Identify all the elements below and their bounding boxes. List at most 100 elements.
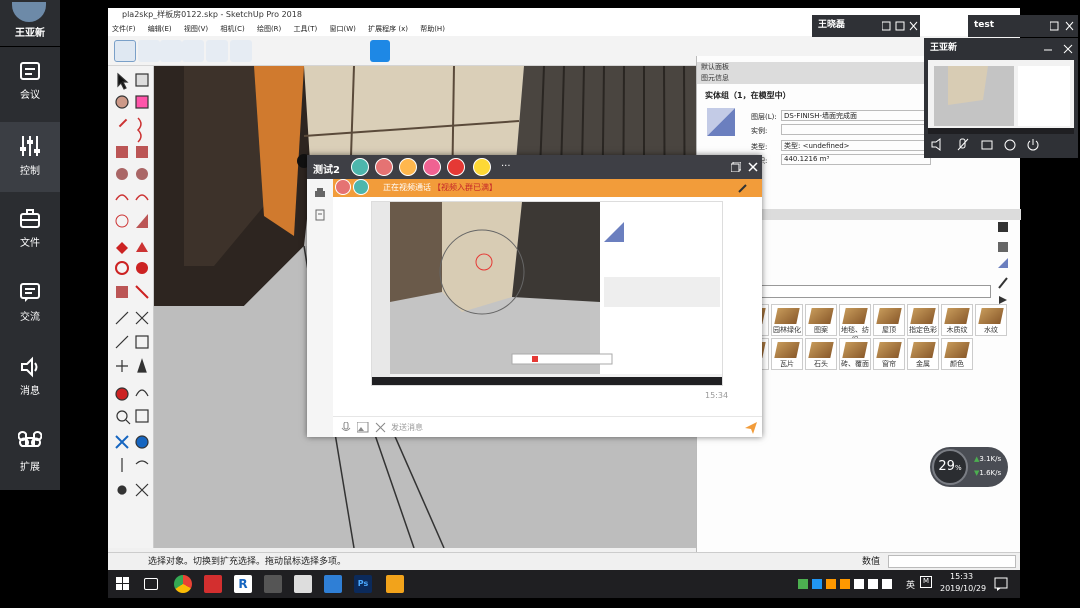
document-icon[interactable]	[314, 209, 326, 221]
menu-file[interactable]: 文件(F)	[112, 25, 136, 33]
measurements-input[interactable]	[888, 555, 1016, 568]
chrome-icon[interactable]	[174, 575, 192, 593]
chat-input-bar: 发送消息	[333, 416, 762, 437]
call-status: 正在视频通话	[383, 183, 431, 192]
material-swatch[interactable]: 窗帘	[873, 338, 905, 370]
panel-controls-icon[interactable]	[1050, 21, 1074, 31]
toolbar-button[interactable]	[138, 40, 160, 62]
sidebar-item-meeting[interactable]: 会议	[0, 48, 60, 118]
notification-icon[interactable]	[994, 577, 1008, 591]
chat-title: 测试2	[313, 165, 340, 176]
member-avatar[interactable]	[351, 158, 369, 176]
toolbar-button[interactable]	[370, 40, 390, 62]
image-icon[interactable]	[357, 422, 369, 433]
menu-help[interactable]: 帮助(H)	[420, 25, 445, 33]
windows-start-icon[interactable]	[116, 577, 130, 591]
instance-field[interactable]	[781, 124, 931, 135]
material-swatch[interactable]: 木质纹	[941, 304, 973, 336]
microphone-icon[interactable]	[341, 422, 351, 434]
menu-tools[interactable]: 工具(T)	[294, 25, 318, 33]
toolbar-button[interactable]	[182, 40, 204, 62]
material-swatch[interactable]: 金属	[907, 338, 939, 370]
input-language[interactable]: 英	[906, 578, 915, 591]
sidebar-item-chat[interactable]: 交流	[0, 270, 60, 340]
photoshop-icon[interactable]: Ps	[354, 575, 372, 593]
video-panel[interactable]: test	[968, 15, 1078, 37]
toolbar-button[interactable]	[114, 40, 136, 62]
menu-draw[interactable]: 绘图(R)	[257, 25, 281, 33]
member-avatar[interactable]	[375, 158, 393, 176]
more-members[interactable]: ···	[501, 161, 511, 172]
sidebar-item-control[interactable]: 控制	[0, 122, 60, 192]
panel-controls-icon[interactable]	[1044, 44, 1074, 54]
video-panel-self[interactable]: 王亚新	[924, 38, 1078, 158]
type-field[interactable]: 类型: <undefined>	[781, 140, 931, 151]
toolbar-button[interactable]	[230, 40, 252, 62]
material-swatch[interactable]: 指定色彩	[907, 304, 939, 336]
app-icon[interactable]	[386, 575, 404, 593]
material-swatch[interactable]: 屋顶	[873, 304, 905, 336]
member-avatar[interactable]	[399, 158, 417, 176]
revit-icon[interactable]: R	[234, 575, 252, 593]
tool-icons[interactable]	[108, 66, 154, 548]
material-swatch[interactable]: 园林绿化	[771, 304, 803, 336]
material-library-select[interactable]	[737, 285, 991, 298]
toolbar-button[interactable]	[160, 40, 182, 62]
chat-side-tools	[307, 179, 333, 437]
member-avatar[interactable]	[447, 158, 465, 176]
pen-icon[interactable]	[737, 182, 749, 194]
sidebar-item-files[interactable]: 文件	[0, 196, 60, 266]
layer-select[interactable]: DS-FINISH-墙面完成面	[781, 110, 931, 121]
app-icon[interactable]	[324, 575, 342, 593]
scissors-icon[interactable]	[375, 422, 386, 433]
material-swatch[interactable]: 瓦片	[771, 338, 803, 370]
material-swatch[interactable]: 水纹	[975, 304, 1007, 336]
video-preview	[928, 60, 1074, 134]
menu-camera[interactable]: 相机(C)	[220, 25, 244, 33]
video-panel[interactable]: 王晓磊	[812, 15, 920, 37]
clock-date[interactable]: 2019/10/29	[940, 584, 986, 593]
chat-icon	[20, 283, 40, 302]
message-time: 15:34	[705, 391, 729, 400]
app-icon[interactable]	[264, 575, 282, 593]
instance-label: 实例:	[751, 127, 768, 135]
send-icon[interactable]	[745, 422, 757, 434]
material-swatch[interactable]: 石头	[805, 338, 837, 370]
menu-extensions[interactable]: 扩展程序 (x)	[368, 25, 408, 33]
task-view-icon[interactable]	[144, 578, 158, 590]
ime-icon[interactable]: M	[920, 576, 932, 588]
user-avatar[interactable]	[12, 2, 46, 22]
sidebar-item-extend[interactable]: 扩展	[0, 418, 60, 488]
panel-controls-icon[interactable]	[882, 21, 918, 31]
member-avatar[interactable]	[473, 158, 491, 176]
call-full-link[interactable]: 【视频入群已满】	[433, 179, 497, 197]
windows-taskbar: R Ps 英 M 15:33 2019/10/29	[108, 570, 1020, 598]
sidebar-item-messages[interactable]: 消息	[0, 344, 60, 414]
menu-view[interactable]: 视图(V)	[184, 25, 208, 33]
printer-icon[interactable]	[314, 187, 326, 199]
toolbar-button[interactable]	[206, 40, 228, 62]
restore-icon[interactable]	[731, 162, 741, 172]
sketchup-taskbar-icon[interactable]	[204, 575, 222, 593]
menu-window[interactable]: 窗口(W)	[330, 25, 356, 33]
volume-field: 440.1216 m³	[781, 154, 931, 165]
sidebar-item-label: 控制	[20, 166, 40, 177]
call-controls[interactable]	[930, 138, 1070, 152]
material-swatch[interactable]: 颜色	[941, 338, 973, 370]
app-sidebar: 王亚新 会议 控制 文件 交流 消息 扩展	[0, 0, 60, 490]
system-tray-icons[interactable]	[798, 578, 918, 590]
menu-edit[interactable]: 编辑(E)	[148, 25, 172, 33]
status-bar: 选择对象。切换到扩充选择。拖动鼠标选择多项。 数值	[108, 552, 1020, 570]
member-avatar[interactable]	[423, 158, 441, 176]
close-icon[interactable]	[748, 162, 758, 172]
material-swatch[interactable]: 地毯、纺织	[839, 304, 871, 344]
shared-screenshot[interactable]	[371, 201, 723, 386]
download-speed: ▼1.6K/s	[974, 469, 1002, 477]
message-input[interactable]: 发送消息	[391, 417, 423, 438]
app-icon[interactable]	[294, 575, 312, 593]
material-swatch[interactable]: 砖、覆面	[839, 338, 871, 370]
material-swatch[interactable]: 图案	[805, 304, 837, 336]
layer-label: 图层(L):	[751, 113, 777, 121]
sidebar-item-label: 会议	[20, 90, 40, 101]
clock-time[interactable]: 15:33	[950, 572, 973, 581]
